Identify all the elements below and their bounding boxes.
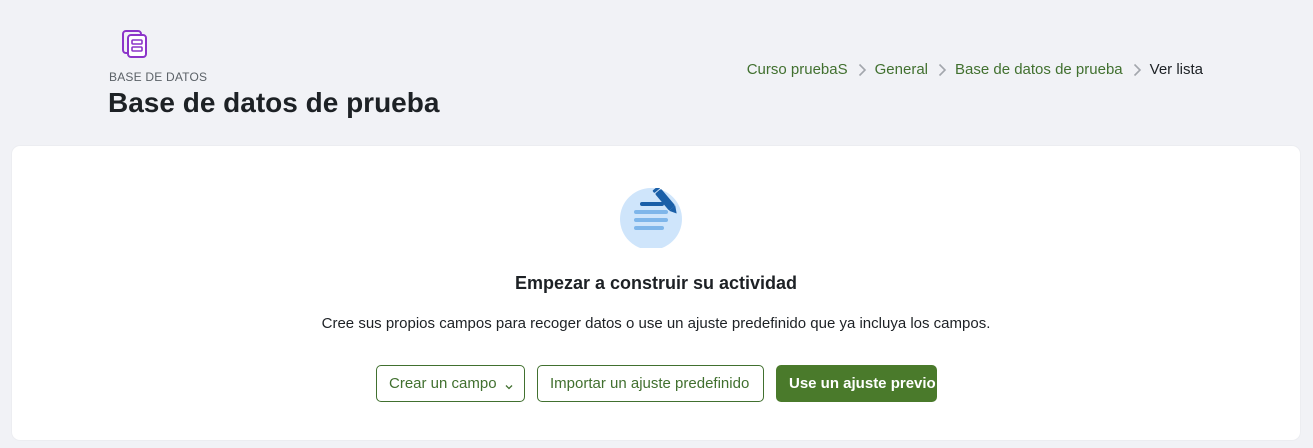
create-field-dropdown-button[interactable]: Crear un campo: [376, 365, 525, 402]
empty-state-description: Cree sus propios campos para recoger dat…: [321, 315, 991, 332]
edit-document-icon: [619, 186, 691, 250]
import-preset-button[interactable]: Importar un ajuste predefinido: [537, 365, 764, 402]
page-title: Base de datos de prueba: [108, 87, 440, 118]
page-header: BASE DE DATOS Base de datos de prueba Cu…: [0, 0, 1313, 140]
chevron-right-icon: [853, 61, 871, 79]
breadcrumb-link-activity[interactable]: Base de datos de prueba: [955, 60, 1123, 80]
chevron-down-icon: [504, 379, 514, 389]
use-preset-button[interactable]: Use un ajuste previo: [776, 365, 937, 402]
breadcrumb-link-section[interactable]: General: [875, 60, 928, 80]
empty-state-card: Empezar a construir su actividad Cree su…: [12, 146, 1300, 440]
chevron-right-icon: [933, 61, 951, 79]
empty-state-actions: Crear un campo Importar un ajuste predef…: [376, 365, 937, 402]
database-activity-icon: [119, 27, 151, 59]
chevron-right-icon: [1128, 61, 1146, 79]
activity-type-label: BASE DE DATOS: [109, 70, 208, 84]
breadcrumb: Curso pruebaS General Base de datos de p…: [747, 60, 1203, 80]
create-field-label: Crear un campo: [389, 375, 497, 392]
empty-state-heading: Empezar a construir su actividad: [514, 273, 798, 293]
breadcrumb-current-page: Ver lista: [1149, 61, 1203, 78]
breadcrumb-link-course[interactable]: Curso pruebaS: [747, 60, 848, 80]
